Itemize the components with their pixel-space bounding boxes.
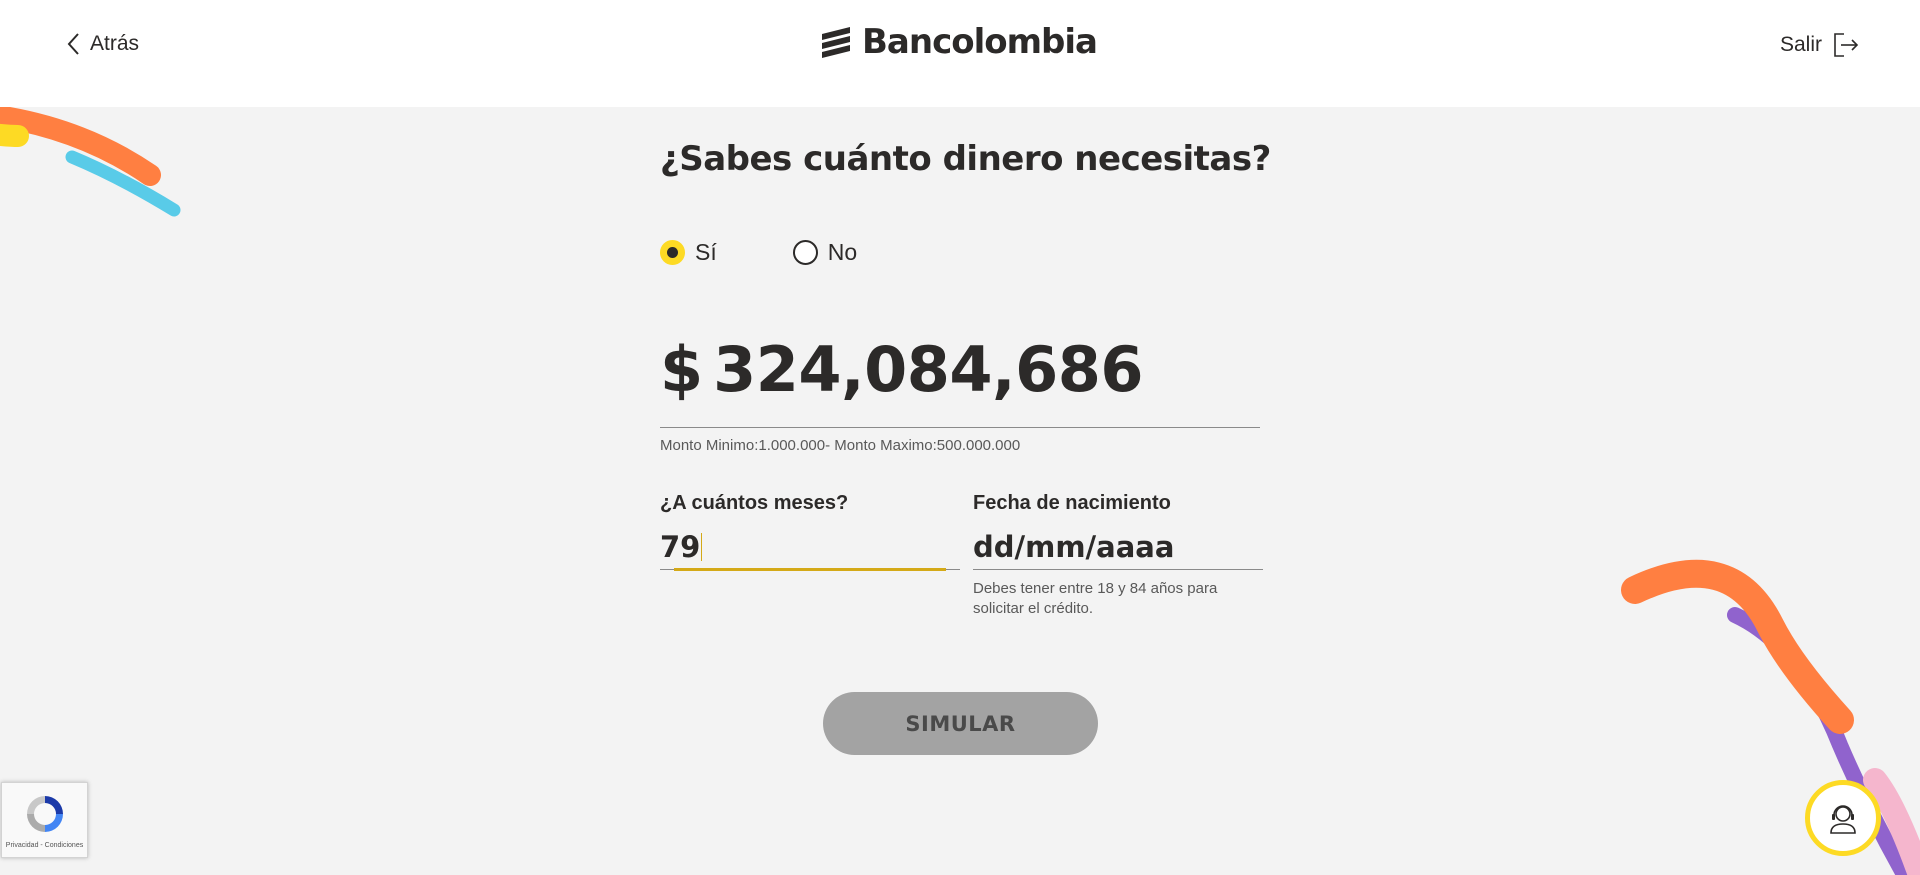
birthdate-underline — [973, 569, 1263, 570]
recaptcha-footer: Privacidad - Condiciones — [5, 842, 84, 849]
exit-icon — [1834, 33, 1859, 57]
months-value: 79 — [660, 530, 701, 564]
amount-range-hint: Monto Minimo:1.000.000- Monto Maximo:500… — [660, 437, 1021, 454]
radio-no[interactable]: No — [792, 239, 858, 266]
radio-yes-label: Sí — [695, 239, 717, 265]
bancolombia-logo-icon — [822, 27, 850, 58]
recaptcha-icon — [27, 796, 63, 832]
months-label: ¿A cuántos meses? — [660, 492, 849, 514]
page-title: ¿Sabes cuánto dinero necesitas? — [660, 139, 1271, 179]
birthdate-help-text: Debes tener entre 18 y 84 años para soli… — [973, 580, 1218, 617]
currency-symbol: $ — [660, 333, 704, 406]
text-caret — [701, 533, 703, 561]
months-underline-focused — [660, 568, 960, 571]
exit-link[interactable]: Salir — [1780, 32, 1860, 58]
radio-checked-icon — [660, 240, 685, 265]
back-label: Atrás — [90, 32, 140, 55]
birthdate-field: Fecha de nacimiento dd/mm/aaaa Debes ten… — [973, 492, 1263, 619]
simulate-button[interactable]: SIMULAR — [823, 692, 1098, 755]
amount-underline — [660, 427, 1260, 428]
radio-no-label: No — [827, 239, 858, 265]
decorative-stripes-left — [0, 107, 181, 217]
back-link[interactable]: Atrás — [66, 32, 139, 56]
birthdate-input[interactable]: dd/mm/aaaa — [973, 529, 1263, 565]
months-field: ¿A cuántos meses? 79 — [660, 492, 960, 571]
help-chat-button[interactable] — [1805, 780, 1881, 856]
amount-known-radio-group: Sí No — [660, 239, 857, 266]
chevron-left-icon — [67, 33, 79, 55]
top-header: Atrás Bancolombia Salir — [0, 0, 1920, 107]
exit-label: Salir — [1779, 33, 1822, 56]
recaptcha-badge[interactable]: Privacidad - Condiciones — [1, 782, 88, 858]
birthdate-label: Fecha de nacimiento — [973, 492, 1171, 514]
support-agent-icon — [1830, 805, 1856, 834]
amount-value: 324,084,686 — [713, 333, 1144, 406]
brand-name: Bancolombia — [862, 22, 1098, 62]
brand-logo: Bancolombia — [820, 22, 1098, 62]
radio-yes[interactable]: Sí — [660, 239, 717, 266]
birthdate-placeholder: dd/mm/aaaa — [973, 530, 1175, 564]
amount-input[interactable]: $ 324,084,686 — [660, 333, 1144, 406]
months-input[interactable]: 79 — [660, 529, 960, 565]
radio-unchecked-icon — [792, 240, 818, 265]
